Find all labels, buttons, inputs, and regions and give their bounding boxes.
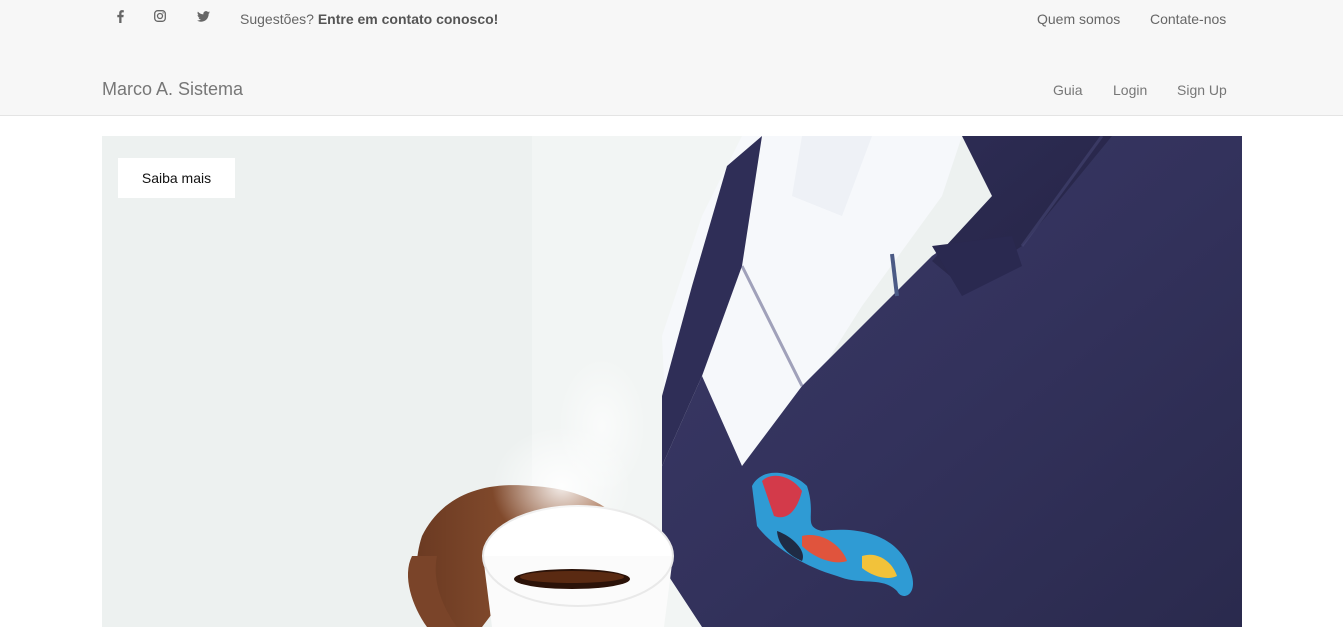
top-bar: Sugestões? Entre em contato conosco! Que… <box>0 0 1343 45</box>
nav-item-guide[interactable]: Guia <box>1053 82 1083 98</box>
contact-link[interactable]: Contate-nos <box>1150 11 1226 27</box>
contact-us-link[interactable]: Entre em contato conosco! <box>318 11 498 27</box>
nav-item-login[interactable]: Login <box>1113 82 1147 98</box>
hero-banner: Saiba mais <box>102 136 1242 627</box>
brand-logo-text[interactable]: Marco A. Sistema <box>102 79 243 100</box>
nav-item-signup[interactable]: Sign Up <box>1177 82 1227 98</box>
main-navbar: Marco A. Sistema Guia Login Sign Up <box>0 45 1343 116</box>
twitter-icon[interactable] <box>195 7 211 25</box>
hero-image <box>102 136 1242 627</box>
instagram-icon[interactable] <box>153 7 167 25</box>
learn-more-button[interactable]: Saiba mais <box>118 158 235 198</box>
facebook-icon[interactable] <box>114 7 126 25</box>
suggestion-text: Sugestões? Entre em contato conosco! <box>240 11 498 27</box>
suggestion-prefix: Sugestões? <box>240 11 314 27</box>
about-us-link[interactable]: Quem somos <box>1037 11 1120 27</box>
